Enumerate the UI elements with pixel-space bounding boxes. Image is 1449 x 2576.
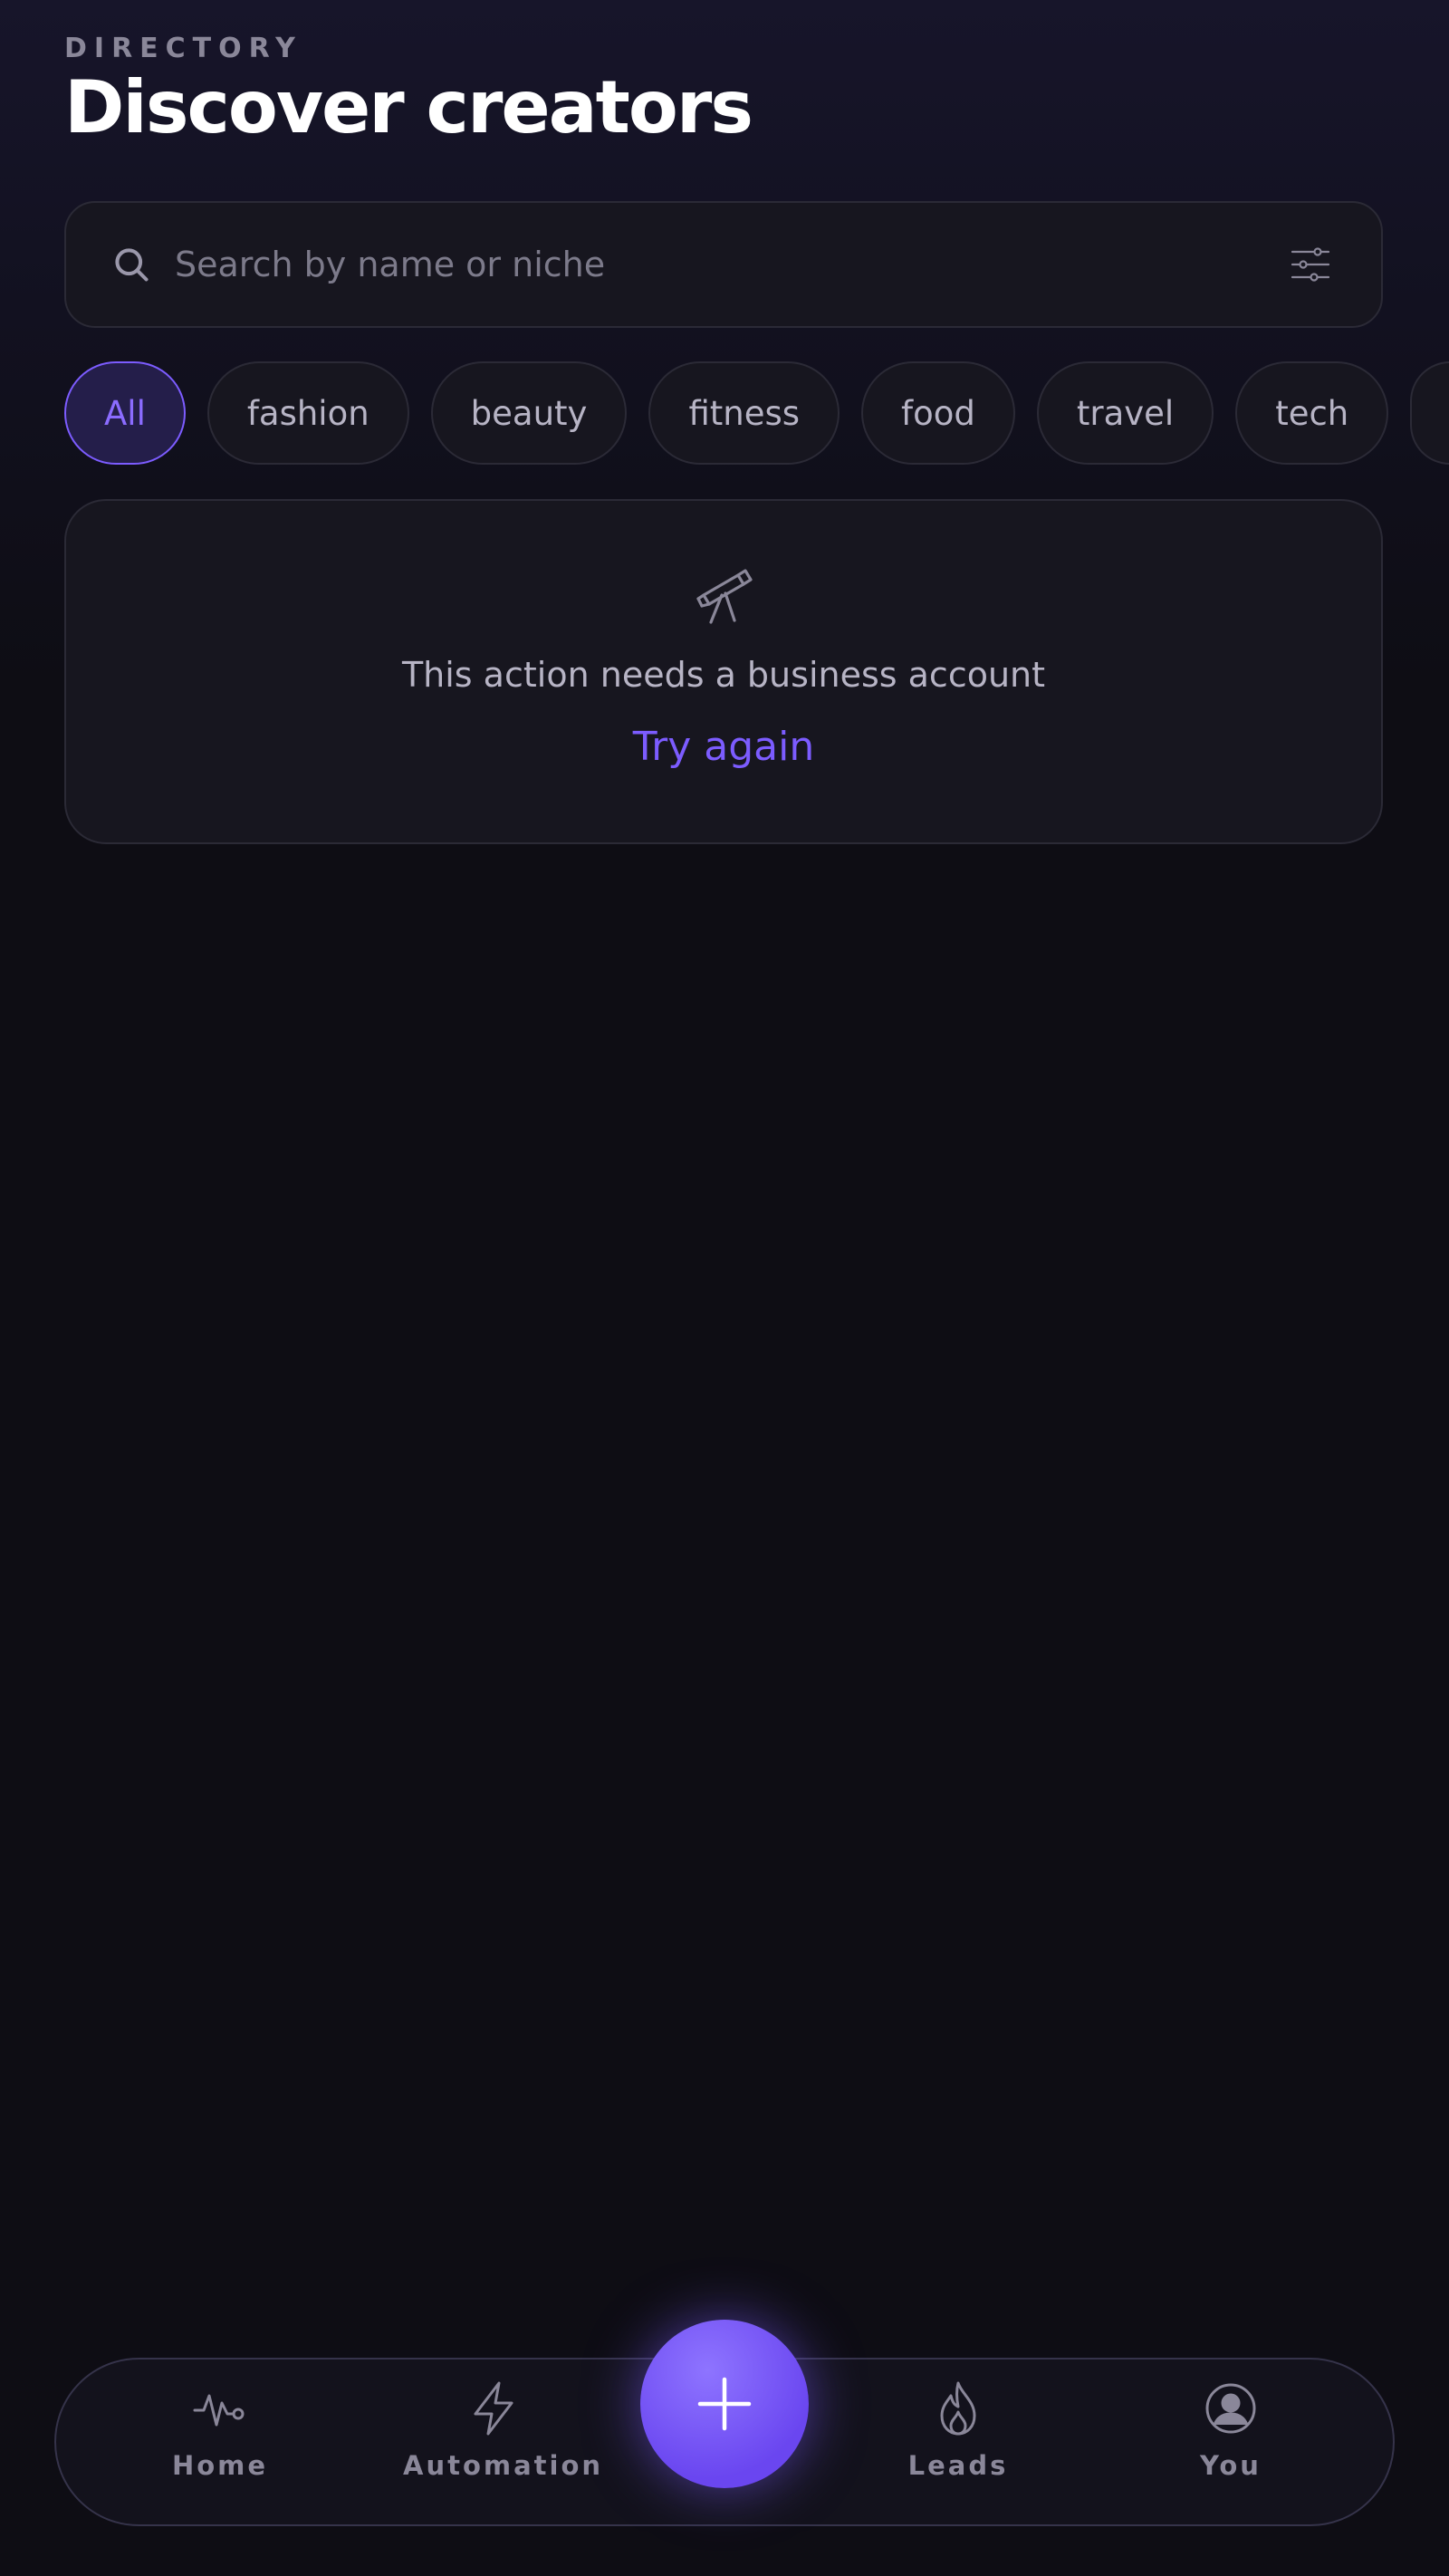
page-eyebrow: DIRECTORY (64, 33, 302, 64)
chip-beauty[interactable]: beauty (430, 361, 628, 465)
chip-travel[interactable]: travel (1036, 361, 1214, 465)
user-circle-icon (1205, 2383, 1256, 2434)
lightning-icon (474, 2381, 513, 2436)
sliders-icon (1291, 247, 1330, 282)
error-message: This action needs a business account (401, 655, 1046, 695)
plus-icon (697, 2377, 752, 2431)
search-icon (115, 248, 149, 282)
nav-label-home: Home (171, 2450, 269, 2481)
nav-item-you[interactable]: You (1140, 2379, 1321, 2481)
try-again-button[interactable]: Try again (66, 724, 1381, 770)
chip-all[interactable]: All (64, 361, 186, 465)
nav-label-automation: Automation (403, 2450, 604, 2481)
filter-button[interactable] (1283, 237, 1338, 292)
nav-label-you: You (1200, 2450, 1262, 2481)
activity-icon (193, 2394, 245, 2427)
search-bar (64, 201, 1383, 328)
nav-label-leads: Leads (907, 2450, 1009, 2481)
nav-item-automation[interactable]: Automation (403, 2379, 604, 2481)
chip-fitness[interactable]: fitness (648, 361, 840, 465)
search-input[interactable] (173, 244, 1283, 285)
page-title: Discover creators (64, 65, 753, 149)
flame-icon (940, 2381, 976, 2436)
add-button[interactable] (640, 2320, 809, 2488)
nav-item-leads[interactable]: Leads (868, 2379, 1049, 2481)
error-card: This action needs a business account Try… (64, 499, 1383, 844)
telescope-icon (696, 569, 753, 624)
page-header: DIRECTORY Discover creators (64, 33, 753, 149)
chip-food[interactable]: food (861, 361, 1015, 465)
chip-tech[interactable]: tech (1235, 361, 1389, 465)
chip-fashion[interactable]: fashion (206, 361, 409, 465)
nav-item-home[interactable]: Home (130, 2379, 311, 2481)
chip-overflow[interactable] (1410, 361, 1449, 465)
category-chips: All fashion beauty fitness food travel t… (64, 361, 1449, 468)
